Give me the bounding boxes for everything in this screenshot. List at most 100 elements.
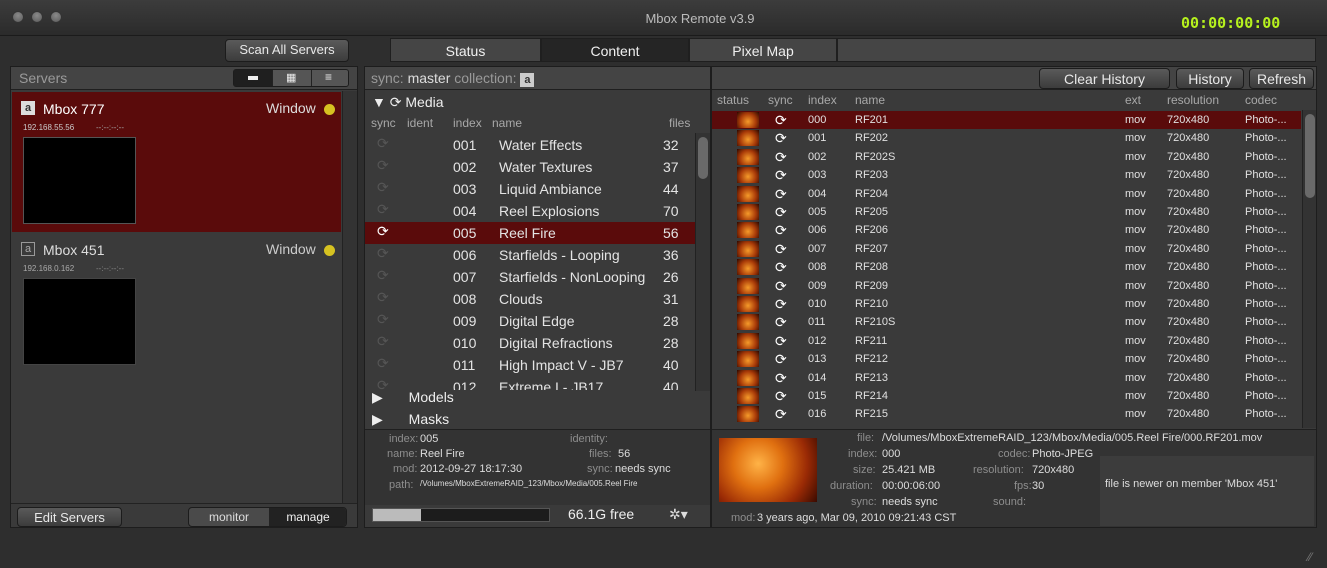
view-detail-button[interactable]: ≡ xyxy=(311,70,349,86)
server-card-selected[interactable]: a Mbox 777 Window 192.168.55.56 --:--:--… xyxy=(12,92,341,232)
sync-icon[interactable]: ⟳ xyxy=(775,148,787,166)
sync-icon[interactable]: ⟳ xyxy=(775,166,787,184)
col-ident[interactable]: ident xyxy=(407,116,433,130)
sync-icon[interactable]: ⟳ xyxy=(775,277,787,295)
sync-icon[interactable]: ⟳ xyxy=(377,245,389,262)
file-row[interactable]: ⟳ 006 RF206 mov 720x480 Photo-... xyxy=(712,221,1301,239)
sync-icon[interactable]: ⟳ xyxy=(377,355,389,372)
col-name[interactable]: name xyxy=(492,116,522,130)
tab-pixel-map[interactable]: Pixel Map xyxy=(689,38,837,62)
servers-scrollbar[interactable] xyxy=(342,91,357,503)
tree-row[interactable]: ⟳ 002 Water Textures 37 xyxy=(365,156,695,178)
tree-row[interactable]: ⟳ 007 Starfields - NonLooping 26 xyxy=(365,266,695,288)
sync-icon[interactable]: ⟳ xyxy=(377,201,389,218)
sync-icon[interactable]: ⟳ xyxy=(775,295,787,313)
sync-icon[interactable]: ⟳ xyxy=(775,185,787,203)
sync-icon[interactable]: ⟳ xyxy=(377,333,389,350)
refresh-button[interactable]: Refresh xyxy=(1249,68,1314,89)
col-codec[interactable]: codec xyxy=(1245,93,1277,107)
sync-icon[interactable]: ⟳ xyxy=(775,350,787,368)
sync-icon[interactable]: ⟳ xyxy=(377,179,389,196)
sync-icon[interactable]: ⟳ xyxy=(775,111,787,129)
tab-status[interactable]: Status xyxy=(390,38,541,62)
monitor-button[interactable]: monitor xyxy=(189,508,269,526)
tree-row[interactable]: ⟳ 003 Liquid Ambiance 44 xyxy=(365,178,695,200)
sync-icon[interactable]: ⟳ xyxy=(775,369,787,387)
tree-row[interactable]: ⟳ 011 High Impact V - JB7 40 xyxy=(365,354,695,376)
col-ext[interactable]: ext xyxy=(1125,93,1141,107)
file-row[interactable]: ⟳ 003 RF203 mov 720x480 Photo-... xyxy=(712,166,1301,184)
media-root[interactable]: ▼ ⟳ Media xyxy=(372,94,444,111)
manage-button[interactable]: manage xyxy=(269,508,346,526)
file-ext: mov xyxy=(1125,334,1146,347)
clear-history-button[interactable]: Clear History xyxy=(1039,68,1170,89)
tree-row[interactable]: ⟳ 010 Digital Refractions 28 xyxy=(365,332,695,354)
history-button[interactable]: History xyxy=(1176,68,1244,89)
masks-group[interactable]: ▶ Masks xyxy=(372,411,449,428)
sync-icon[interactable]: ⟳ xyxy=(775,203,787,221)
file-scrollbar[interactable] xyxy=(1302,110,1316,428)
sync-icon[interactable]: ⟳ xyxy=(775,387,787,405)
file-row[interactable]: ⟳ 001 RF202 mov 720x480 Photo-... xyxy=(712,129,1301,147)
col-name[interactable]: name xyxy=(855,93,885,107)
col-files[interactable]: files xyxy=(669,116,690,130)
file-row[interactable]: ⟳ 015 RF214 mov 720x480 Photo-... xyxy=(712,387,1301,405)
file-index: 003 xyxy=(808,169,827,182)
sync-icon[interactable]: ⟳ xyxy=(377,223,389,240)
file-row[interactable]: ⟳ 007 RF207 mov 720x480 Photo-... xyxy=(712,240,1301,258)
col-sync[interactable]: sync xyxy=(768,93,793,107)
file-row[interactable]: ⟳ 004 RF204 mov 720x480 Photo-... xyxy=(712,185,1301,203)
tree-row[interactable]: ⟳ 005 Reel Fire 56 xyxy=(365,222,695,244)
media-root-label: Media xyxy=(405,94,444,110)
tree-row[interactable]: ⟳ 004 Reel Explosions 70 xyxy=(365,200,695,222)
file-row[interactable]: ⟳ 002 RF202S mov 720x480 Photo-... xyxy=(712,148,1301,166)
tab-content[interactable]: Content xyxy=(541,38,689,62)
sync-icon[interactable]: ⟳ xyxy=(377,289,389,306)
scan-all-servers-button[interactable]: Scan All Servers xyxy=(225,39,349,62)
file-thumbnail xyxy=(737,222,759,239)
tree-row[interactable]: ⟳ 009 Digital Edge 28 xyxy=(365,310,695,332)
scroll-thumb[interactable] xyxy=(698,137,708,179)
sync-icon[interactable]: ⟳ xyxy=(377,311,389,328)
file-resolution: 720x480 xyxy=(1167,279,1210,292)
col-status[interactable]: status xyxy=(717,93,749,107)
tree-scrollbar[interactable] xyxy=(695,133,710,391)
file-row[interactable]: ⟳ 009 RF209 mov 720x480 Photo-... xyxy=(712,277,1301,295)
sync-icon[interactable]: ⟳ xyxy=(775,221,787,239)
view-list-button[interactable] xyxy=(234,70,272,86)
col-index[interactable]: index xyxy=(453,116,482,130)
sync-icon[interactable]: ⟳ xyxy=(775,332,787,350)
file-row[interactable]: ⟳ 016 RF215 mov 720x480 Photo-... xyxy=(712,405,1301,423)
sync-icon[interactable]: ⟳ xyxy=(775,258,787,276)
sync-icon[interactable]: ⟳ xyxy=(775,313,787,331)
resize-grip-icon[interactable]: ⁄⁄ xyxy=(1308,550,1312,564)
file-row[interactable]: ⟳ 011 RF210S mov 720x480 Photo-... xyxy=(712,313,1301,331)
col-sync[interactable]: sync xyxy=(371,116,396,130)
file-row[interactable]: ⟳ 005 RF205 mov 720x480 Photo-... xyxy=(712,203,1301,221)
file-row[interactable]: ⟳ 000 RF201 mov 720x480 Photo-... xyxy=(712,111,1301,130)
sync-icon[interactable]: ⟳ xyxy=(377,267,389,284)
file-row[interactable]: ⟳ 010 RF210 mov 720x480 Photo-... xyxy=(712,295,1301,313)
models-group[interactable]: ▶ Models xyxy=(372,389,454,406)
file-row[interactable]: ⟳ 012 RF211 mov 720x480 Photo-... xyxy=(712,332,1301,350)
file-row[interactable]: ⟳ 008 RF208 mov 720x480 Photo-... xyxy=(712,258,1301,276)
scroll-thumb[interactable] xyxy=(1305,114,1315,198)
gear-menu-icon[interactable]: ✲▾ xyxy=(669,506,688,523)
tree-row[interactable]: ⟳ 012 Extreme I - JB17 40 xyxy=(365,376,695,390)
sync-icon[interactable]: ⟳ xyxy=(377,157,389,174)
tree-row[interactable]: ⟳ 006 Starfields - Looping 36 xyxy=(365,244,695,266)
view-grid-button[interactable]: ▦ xyxy=(272,70,311,86)
sync-icon[interactable]: ⟳ xyxy=(775,405,787,423)
tree-row[interactable]: ⟳ 001 Water Effects 32 xyxy=(365,134,695,156)
sync-icon[interactable]: ⟳ xyxy=(775,240,787,258)
col-resolution[interactable]: resolution xyxy=(1167,93,1219,107)
file-thumbnail xyxy=(737,204,759,220)
server-card[interactable]: a Mbox 451 Window 192.168.0.162 --:--:--… xyxy=(12,233,341,373)
col-index[interactable]: index xyxy=(808,93,837,107)
edit-servers-button[interactable]: Edit Servers xyxy=(17,507,122,527)
file-row[interactable]: ⟳ 013 RF212 mov 720x480 Photo-... xyxy=(712,350,1301,368)
tree-row[interactable]: ⟳ 008 Clouds 31 xyxy=(365,288,695,310)
sync-icon[interactable]: ⟳ xyxy=(775,129,787,147)
sync-icon[interactable]: ⟳ xyxy=(377,135,389,152)
file-row[interactable]: ⟳ 014 RF213 mov 720x480 Photo-... xyxy=(712,369,1301,387)
